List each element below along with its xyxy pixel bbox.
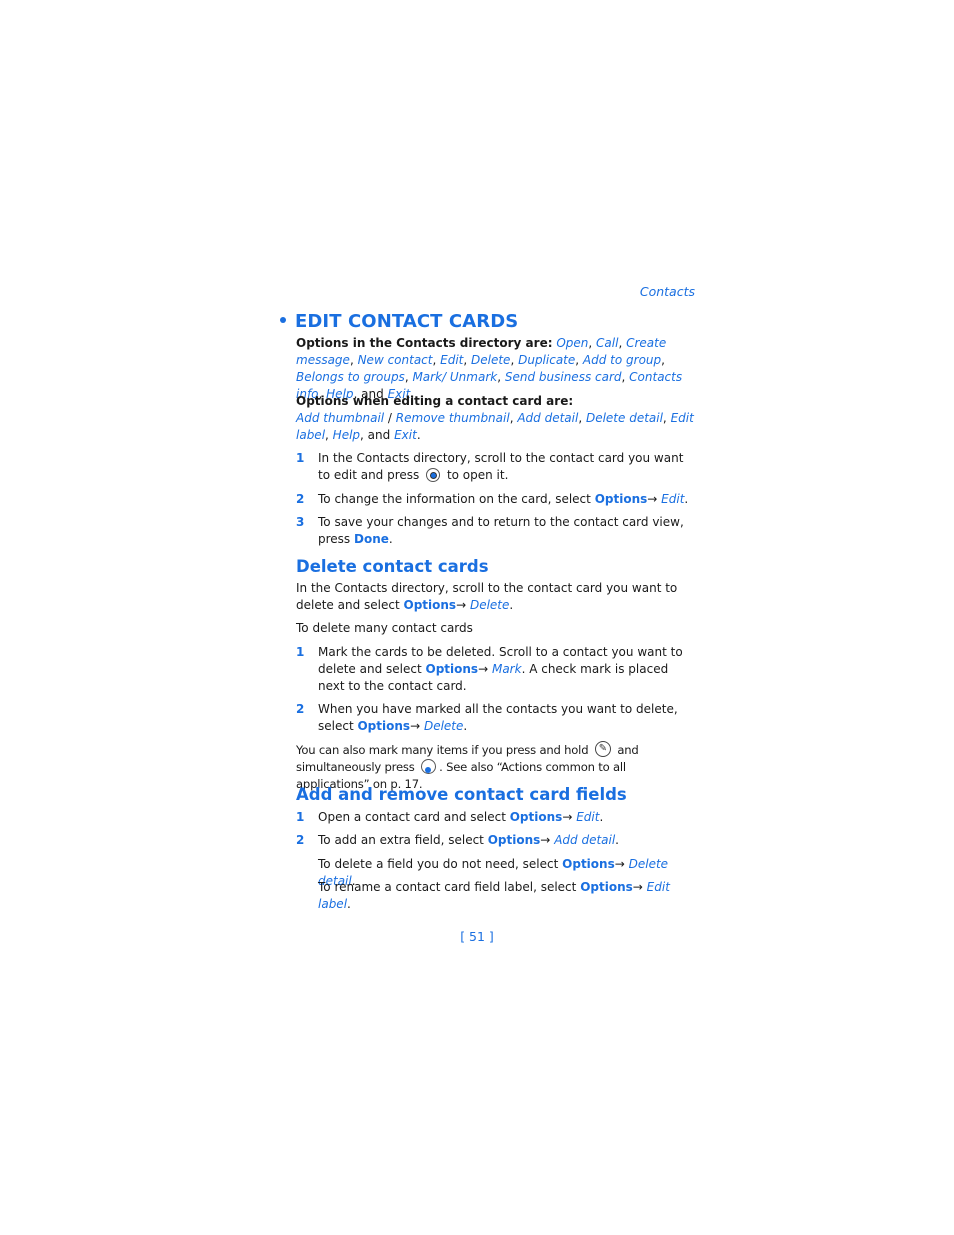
punctuation: . [615,833,619,847]
step-number: 3 [296,515,305,529]
option-add-detail: Add detail [517,411,579,425]
option-remove-thumbnail: Remove thumbnail [395,411,510,425]
fields-step-1: 1 Open a contact card and select Options… [296,809,696,826]
options-command: Options [487,833,541,847]
options-command: Options [580,880,633,894]
edit-step-1: 1 In the Contacts directory, scroll to t… [296,450,696,484]
add-detail-command: Add detail [554,833,616,847]
options-command: Options [425,662,479,676]
options-command: Options [594,492,648,506]
step-text: To delete a field you do not need, selec… [318,857,559,871]
note-text: You can also mark many items if you pres… [296,743,589,757]
edit-command: Edit [576,810,600,824]
bullet-icon [280,317,286,323]
section-title: EDIT CONTACT CARDS [280,311,518,332]
option-exit: Exit [394,428,417,442]
mark-command: Mark [491,662,522,676]
options-command: Options [562,857,615,871]
option-add-to-group: Add to group [582,353,662,367]
option-edit: Edit [440,353,464,367]
running-head: Contacts [639,284,695,299]
step-text: To add an extra field, select [318,833,484,847]
options-command: Options [357,719,411,733]
step-number: 1 [296,810,305,824]
step-text: To rename a contact card field label, se… [318,880,577,894]
punctuation: . [347,897,351,911]
options-command: Options [509,810,563,824]
step-number: 1 [296,645,305,659]
step-number: 2 [296,492,305,506]
arrow: → [478,662,489,676]
step-text: To change the information on the card, s… [318,492,591,506]
navi-key-icon [426,467,441,482]
delete-step-1: 1 Mark the cards to be deleted. Scroll t… [296,644,696,695]
and-word: and [367,428,391,442]
option-delete-detail: Delete detail [585,411,663,425]
option-delete: Delete [471,353,511,367]
punctuation: . [463,719,468,733]
fields-extra-rename: To rename a contact card field label, se… [296,879,696,913]
section-title-text: EDIT CONTACT CARDS [295,311,519,332]
step-text-end: to open it. [446,468,509,482]
delete-command: Delete [423,719,464,733]
option-send-business-card: Send business card [504,370,622,384]
step-number: 2 [296,833,305,847]
punctuation: . [388,532,393,546]
directory-options-label: Options in the Contacts directory are: [296,336,553,350]
step-number: 1 [296,451,305,465]
step-number: 2 [296,702,305,716]
arrow: → [647,492,658,506]
step-text: Open a contact card and select [318,810,506,824]
edit-key-icon: ✎ [594,740,611,757]
options-command: Options [403,598,457,612]
fields-heading: Add and remove contact card fields [296,785,627,804]
arrow: → [410,719,421,733]
option-help: Help [332,428,361,442]
punctuation: . [509,598,514,612]
editing-options-paragraph: Options when editing a contact card are:… [296,394,694,442]
option-add-thumbnail: Add thumbnail [296,411,385,425]
arrow: → [614,857,625,871]
punctuation: . [684,492,689,506]
arrow: → [540,833,551,847]
delete-paragraph: In the Contacts directory, scroll to the… [296,580,696,614]
arrow: → [562,810,573,824]
arrow: → [632,880,643,894]
option-call: Call [596,336,619,350]
delete-many-label: To delete many contact cards [296,621,473,635]
delete-command: Delete [469,598,510,612]
page-number: [ 51 ] [460,929,494,944]
editing-options-label: Options when editing a contact card are: [296,394,574,408]
fields-step-2: 2 To add an extra field, select Options→… [296,832,696,849]
option-open: Open [556,336,589,350]
scroll-key-icon [421,759,437,774]
option-belongs-to-groups: Belongs to groups [296,370,405,384]
delete-step-2: 2 When you have marked all the contacts … [296,701,696,735]
option-new-contact: New contact [357,353,433,367]
manual-page: Contacts EDIT CONTACT CARDS Options in t… [0,0,954,1235]
edit-step-3: 3 To save your changes and to return to … [296,514,696,548]
option-duplicate: Duplicate [518,353,576,367]
done-command: Done [354,532,389,546]
arrow: → [456,598,467,612]
punctuation: . [599,810,604,824]
option-mark-unmark: Mark/ Unmark [412,370,498,384]
delete-heading: Delete contact cards [296,557,489,576]
edit-step-2: 2 To change the information on the card,… [296,491,696,508]
edit-command: Edit [661,492,685,506]
